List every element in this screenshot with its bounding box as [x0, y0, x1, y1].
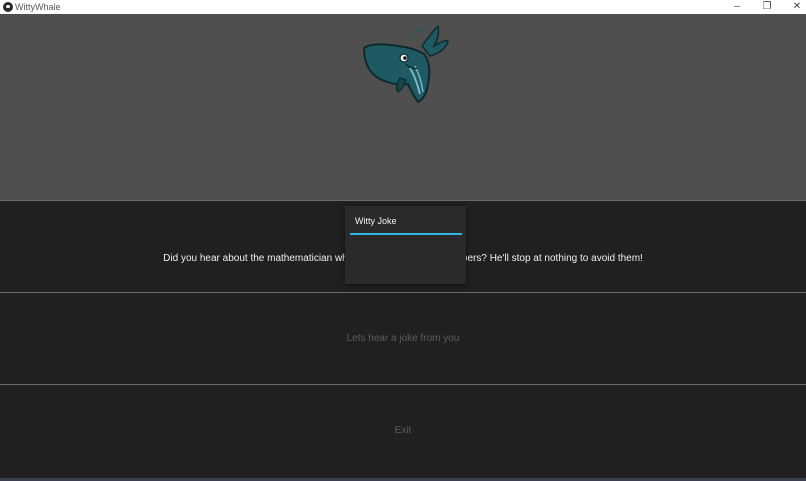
tell-joke-button[interactable]: Lets hear a joke from you	[0, 292, 806, 384]
maximize-button[interactable]: ❐	[752, 0, 782, 14]
popup-title: Witty Joke	[355, 216, 397, 226]
header-banner	[0, 14, 806, 200]
popup-title-underline	[350, 233, 462, 235]
whale-logo-icon	[362, 24, 449, 104]
close-button[interactable]: ✕	[782, 0, 806, 14]
window-title: WittyWhale	[15, 2, 61, 12]
exit-button[interactable]: Exit	[0, 384, 806, 478]
minimize-button[interactable]: –	[722, 0, 752, 14]
joke-popup-dialog: Witty Joke	[345, 206, 466, 284]
app-icon	[3, 2, 13, 12]
tell-joke-label: Lets hear a joke from you	[346, 333, 460, 344]
app-window: WittyWhale – ❐ ✕ Did you hear about the …	[0, 0, 806, 481]
exit-label: Exit	[394, 425, 412, 436]
title-bar: WittyWhale – ❐ ✕	[0, 0, 806, 14]
